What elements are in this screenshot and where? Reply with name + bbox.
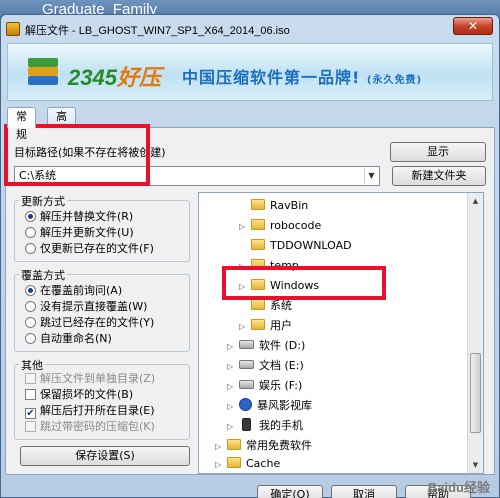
tree-item[interactable]: ▷ 我的手机 [227, 417, 303, 435]
expand-arrow-icon[interactable]: ▷ [227, 338, 237, 356]
logo-text: 好压 [116, 65, 161, 90]
radio-icon[interactable] [25, 333, 36, 344]
radio-icon[interactable] [25, 301, 36, 312]
checkbox-icon[interactable] [25, 373, 36, 384]
new-folder-button[interactable]: 新建文件夹 [392, 166, 486, 186]
slogan-text: 中国压缩软件第一品牌! [182, 68, 361, 87]
expand-arrow-icon[interactable]: ▷ [215, 456, 225, 473]
folder-icon [251, 319, 265, 330]
radio-icon[interactable] [25, 243, 36, 254]
drive-icon [239, 380, 254, 389]
radio-icon[interactable] [25, 211, 36, 222]
save-settings-button[interactable]: 保存设置(S) [20, 446, 190, 466]
tab-general[interactable]: 常规 [7, 107, 36, 141]
app-icon [6, 22, 20, 36]
update-mode-group: 更新方式 解压并替换文件(R) 解压并更新文件(U) 仅更新已存在的文件(F) [14, 193, 190, 262]
expand-arrow-icon[interactable]: ▷ [239, 218, 249, 236]
scroll-thumb[interactable] [470, 353, 481, 433]
other-option-open-folder[interactable]: ✔ 解压后打开所在目录(E) [25, 403, 155, 419]
folder-icon [251, 239, 265, 250]
update-option-replace[interactable]: 解压并替换文件(R) [25, 209, 133, 225]
folder-icon [227, 439, 241, 450]
watermark: Baidu经验 [427, 480, 490, 495]
media-library-icon [239, 398, 252, 411]
tree-item[interactable]: ▷ Cache [215, 455, 280, 473]
expand-arrow-icon[interactable]: ▷ [215, 438, 225, 456]
folder-icon [251, 199, 265, 210]
scroll-down-arrow-icon[interactable]: ▼ [468, 457, 483, 473]
tree-scrollbar[interactable]: ▲ ▼ [467, 193, 483, 473]
slogan-note: (永久免费) [366, 75, 423, 86]
logo-wordmark: 2345好压 [68, 60, 161, 92]
update-option-update[interactable]: 解压并更新文件(U) [25, 225, 134, 241]
tree-item[interactable]: TDDOWNLOAD [251, 237, 352, 255]
close-button[interactable]: ✕ [453, 17, 493, 35]
extract-dialog: 解压文件 - LB_GHOST_WIN7_SP1_X64_2014_06.iso… [0, 14, 500, 498]
expand-arrow-icon[interactable]: ▷ [239, 318, 249, 336]
update-option-existing[interactable]: 仅更新已存在的文件(F) [25, 241, 154, 257]
other-group: 其他 解压文件到单独目录(Z) 保留损坏的文件(B) ✔ 解压后打开所在目录(E)… [14, 357, 190, 440]
checkbox-icon[interactable] [25, 389, 36, 400]
overwrite-mode-title: 覆盖方式 [19, 267, 67, 283]
folder-icon [227, 457, 241, 468]
phone-icon [242, 418, 251, 431]
tree-item[interactable]: ▷ 暴风影视库 [227, 397, 312, 415]
slogan: 中国压缩软件第一品牌! (永久免费) [182, 64, 422, 88]
ok-button[interactable]: 确定(O) [257, 485, 323, 498]
logo-number: 2345 [68, 65, 117, 90]
overwrite-option-rename[interactable]: 自动重命名(N) [25, 331, 112, 347]
update-mode-title: 更新方式 [19, 193, 67, 209]
other-option-keep-broken[interactable]: 保留损坏的文件(B) [25, 387, 133, 403]
expand-arrow-icon[interactable]: ▷ [227, 378, 237, 396]
expand-arrow-icon[interactable]: ▷ [227, 358, 237, 376]
other-option-separate-dir[interactable]: 解压文件到单独目录(Z) [25, 371, 155, 387]
radio-icon[interactable] [25, 285, 36, 296]
expand-arrow-icon[interactable]: ▷ [227, 418, 237, 436]
scroll-up-arrow-icon[interactable]: ▲ [468, 193, 483, 209]
tree-item[interactable]: ▷ 娱乐 (F:) [227, 377, 302, 395]
overwrite-option-skip[interactable]: 跳过已经存在的文件(Y) [25, 315, 154, 331]
expand-arrow-icon[interactable]: ▷ [227, 398, 237, 416]
tree-item[interactable]: ▷ robocode [239, 217, 321, 235]
tree-item[interactable]: ▷ 软件 (D:) [227, 337, 305, 355]
folder-tree[interactable]: RavBin ▷ robocode TDDOWNLOAD ▷ temp ▷ Windo… [198, 192, 484, 474]
logo-books-icon [28, 58, 58, 86]
overwrite-option-ask[interactable]: 在覆盖前询问(A) [25, 283, 122, 299]
show-button[interactable]: 显示 [390, 142, 486, 162]
drive-icon [239, 340, 254, 349]
drive-icon [239, 360, 254, 369]
overwrite-option-overwrite[interactable]: 没有提示直接覆盖(W) [25, 299, 147, 315]
tree-item[interactable]: ▷ 用户 [239, 317, 292, 335]
overwrite-mode-group: 覆盖方式 在覆盖前询问(A) 没有提示直接覆盖(W) 跳过已经存在的文件(Y) … [14, 267, 190, 352]
checkbox-checked-icon[interactable]: ✔ [25, 408, 36, 419]
checkbox-icon[interactable] [25, 421, 36, 432]
chevron-down-icon[interactable]: ▼ [364, 168, 378, 184]
title-bar[interactable]: 解压文件 - LB_GHOST_WIN7_SP1_X64_2014_06.iso… [1, 15, 499, 43]
folder-icon [251, 219, 265, 230]
tree-item[interactable]: RavBin [251, 197, 308, 215]
cancel-button[interactable]: 取消 [331, 485, 397, 498]
window-title: 解压文件 - LB_GHOST_WIN7_SP1_X64_2014_06.iso [25, 25, 290, 37]
radio-icon[interactable] [25, 317, 36, 328]
radio-icon[interactable] [25, 227, 36, 238]
tree-item[interactable]: ▷ 常用免费软件 [215, 437, 312, 455]
brand-banner: 2345好压 中国压缩软件第一品牌! (永久免费) [7, 43, 493, 101]
folder-icon [251, 299, 265, 310]
highlight-selected-folder [222, 266, 386, 300]
other-option-skip-password[interactable]: 跳过带密码的压缩包(K) [25, 419, 155, 435]
tree-item[interactable]: ▷ 文档 (E:) [227, 357, 304, 375]
